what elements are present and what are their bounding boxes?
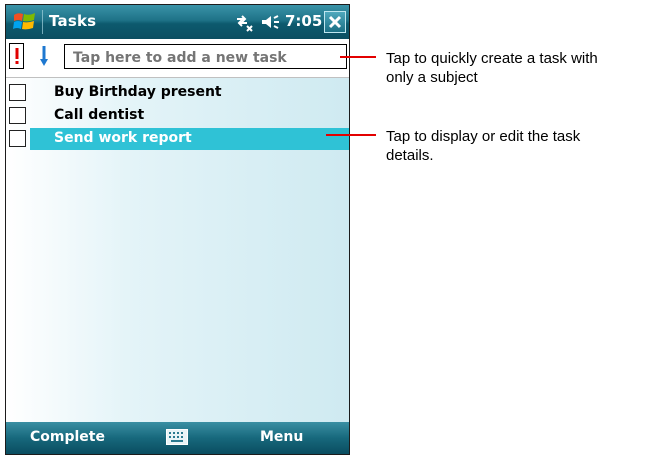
task-label: Buy Birthday present xyxy=(54,84,222,100)
callout-line-new-task xyxy=(340,56,376,58)
new-task-input[interactable] xyxy=(64,44,347,69)
task-label: Call dentist xyxy=(54,107,145,123)
task-row[interactable]: Buy Birthday present xyxy=(6,82,349,104)
task-checkbox[interactable] xyxy=(9,130,26,147)
menu-softkey[interactable]: Menu xyxy=(260,429,303,445)
callout-task-details: Tap to display or edit the task details. xyxy=(386,127,580,165)
clock[interactable]: 7:05 xyxy=(285,12,322,30)
softkey-bar: Complete Menu xyxy=(6,422,349,454)
callout-text-line: Tap to quickly create a task with xyxy=(386,50,598,67)
close-icon xyxy=(328,15,342,29)
task-row-selected[interactable]: Send work report xyxy=(6,128,349,150)
new-task-bar xyxy=(6,39,349,78)
status-icons xyxy=(234,11,280,33)
priority-sort-button[interactable] xyxy=(9,43,24,69)
windows-start-icon[interactable] xyxy=(12,9,38,35)
app-title: Tasks xyxy=(49,12,97,30)
close-button[interactable] xyxy=(324,11,346,33)
volume-icon[interactable] xyxy=(260,12,280,32)
complete-softkey[interactable]: Complete xyxy=(30,429,105,445)
callout-text-line: Tap to display or edit the task xyxy=(386,128,581,145)
task-list: Buy Birthday present Call dentist Send w… xyxy=(6,78,349,423)
callout-line-task-details xyxy=(326,134,376,136)
title-bar: Tasks 7:05 xyxy=(6,5,349,39)
pocket-pc-screen: Tasks 7:05 Tap here to add a new task Bu… xyxy=(5,4,350,455)
sort-order-button[interactable] xyxy=(32,43,56,69)
sort-down-arrow-icon xyxy=(40,46,48,66)
task-row[interactable]: Call dentist xyxy=(6,105,349,127)
task-checkbox[interactable] xyxy=(9,107,26,124)
task-label: Send work report xyxy=(54,130,192,146)
callout-new-task: Tap to quickly create a task with only a… xyxy=(386,49,598,87)
callout-text-line: only a subject xyxy=(386,69,478,86)
priority-exclamation-icon xyxy=(15,48,18,64)
title-separator xyxy=(42,10,43,34)
connectivity-icon[interactable] xyxy=(234,12,254,32)
task-checkbox[interactable] xyxy=(9,84,26,101)
callout-text-line: details. xyxy=(386,147,434,164)
keyboard-icon[interactable] xyxy=(166,429,188,445)
